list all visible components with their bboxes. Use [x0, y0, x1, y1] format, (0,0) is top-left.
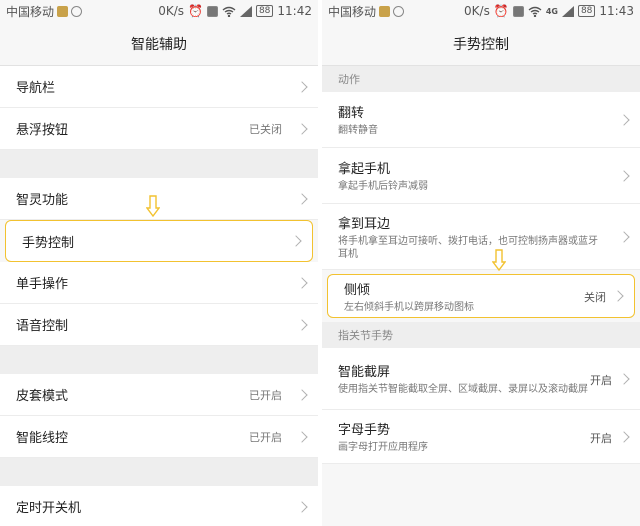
section-header-knuckle: 指关节手势: [322, 322, 640, 348]
menu-item-status: 已开启: [249, 388, 282, 402]
right-screen: 中国移动 0K/s ⏰ 4G 88 11:43 手势控制 动作 翻转 翻转静音: [322, 0, 640, 526]
menu-item-label: 手势控制: [22, 235, 75, 251]
chevron-right-icon: [618, 230, 630, 243]
chevron-right-icon: [296, 192, 308, 205]
status-bar: 中国移动 0K/s ⏰ 4G 88 11:43: [322, 0, 640, 22]
menu-item-label: 语音控制: [16, 319, 69, 334]
clock: 11:42: [277, 4, 312, 18]
chevron-right-icon: [612, 290, 624, 302]
status-bar: 中国移动 0K/s ⏰ 88 11:42: [0, 0, 318, 22]
setting-title: 智能截屏: [338, 365, 391, 380]
setting-to-ear[interactable]: 拿到耳边 将手机拿至耳边可接听、拨打电话，也可控制扬声器或蓝牙耳机: [322, 204, 640, 270]
setting-status: 关闭: [584, 291, 606, 304]
setting-status: 开启: [590, 373, 612, 387]
chevron-right-icon: [296, 500, 308, 513]
menu-item-status: 已关闭: [249, 122, 282, 136]
menu-item-wire-control[interactable]: 智能线控 已开启: [0, 416, 318, 458]
signal-icon: [239, 5, 252, 17]
alarm-icon: ⏰: [188, 4, 203, 18]
setting-smart-screenshot[interactable]: 智能截屏 使用指关节智能截取全屏、区域截屏、录屏以及滚动截屏 开启: [322, 348, 640, 410]
section-header-actions: 动作: [322, 66, 640, 92]
setting-tilt[interactable]: 侧倾 左右倾斜手机以跨屏移动图标 关闭: [327, 274, 635, 318]
chevron-right-icon: [618, 430, 630, 443]
chevron-right-icon: [618, 113, 630, 126]
group-divider: [0, 458, 318, 486]
setting-title: 字母手势: [338, 423, 391, 438]
setting-pick-up[interactable]: 拿起手机 拿起手机后铃声减弱: [322, 148, 640, 204]
network-speed: 0K/s: [464, 4, 490, 18]
menu-item-status: 已开启: [249, 430, 282, 444]
menu-item-scheduled-power[interactable]: 定时开关机: [0, 486, 318, 526]
wifi-icon: [222, 6, 236, 17]
clock: 11:43: [599, 4, 634, 18]
setting-title: 侧倾: [344, 282, 371, 298]
page-title: 智能辅助: [0, 22, 318, 66]
signal-icon: [561, 5, 574, 17]
setting-title: 翻转: [338, 106, 365, 121]
menu-item-label: 定时开关机: [16, 501, 82, 516]
notification-icon: [379, 5, 391, 17]
chevron-right-icon: [618, 169, 630, 182]
chevron-right-icon: [296, 80, 308, 93]
network-type: 4G: [545, 6, 558, 16]
menu-item-voice-control[interactable]: 语音控制: [0, 304, 318, 346]
chevron-right-icon: [296, 388, 308, 401]
setting-subtitle: 翻转静音: [338, 125, 378, 136]
menu-item-label: 皮套模式: [16, 389, 69, 404]
menu-item-label: 悬浮按钮: [16, 123, 69, 138]
menu-item-one-hand[interactable]: 单手操作: [0, 262, 318, 304]
setting-status: 开启: [590, 431, 612, 445]
chevron-right-icon: [296, 122, 308, 135]
menu-item-nav-bar[interactable]: 导航栏: [0, 66, 318, 108]
setting-title: 拿起手机: [338, 162, 391, 177]
network-speed: 0K/s: [158, 4, 184, 18]
setting-subtitle: 拿起手机后铃声减弱: [338, 181, 428, 192]
wifi-icon: [528, 6, 542, 17]
setting-subtitle: 画字母打开应用程序: [338, 442, 428, 453]
sync-icon: [393, 5, 405, 17]
arrow-down-icon: [146, 195, 160, 217]
hd-icon: [206, 5, 218, 17]
chevron-right-icon: [618, 372, 630, 385]
arrow-down-icon: [492, 249, 506, 271]
chevron-right-icon: [296, 430, 308, 443]
setting-subtitle: 使用指关节智能截取全屏、区域截屏、录屏以及滚动截屏: [338, 384, 588, 395]
menu-item-label: 单手操作: [16, 277, 69, 292]
chevron-right-icon: [296, 318, 308, 331]
setting-subtitle: 左右倾斜手机以跨屏移动图标: [344, 301, 474, 313]
menu-item-cover-mode[interactable]: 皮套模式 已开启: [0, 374, 318, 416]
carrier-label: 中国移动: [6, 4, 55, 19]
menu-item-floating-button[interactable]: 悬浮按钮 已关闭: [0, 108, 318, 150]
chevron-right-icon: [290, 235, 302, 247]
menu-item-label: 智灵功能: [16, 193, 69, 208]
battery-icon: 88: [577, 5, 596, 17]
chevron-right-icon: [296, 276, 308, 289]
alarm-icon: ⏰: [493, 4, 509, 18]
menu-item-gesture-control[interactable]: 手势控制: [5, 220, 313, 262]
setting-subtitle: 将手机拿至耳边可接听、拨打电话，也可控制扬声器或蓝牙耳机: [338, 235, 598, 260]
setting-flip[interactable]: 翻转 翻转静音: [322, 92, 640, 148]
battery-icon: 88: [255, 5, 274, 17]
setting-letter-gesture[interactable]: 字母手势 画字母打开应用程序 开启: [322, 410, 640, 464]
menu-item-label: 导航栏: [16, 81, 56, 96]
carrier-label: 中国移动: [328, 4, 377, 19]
group-divider: [0, 346, 318, 374]
menu-item-label: 智能线控: [16, 431, 69, 446]
setting-title: 拿到耳边: [338, 216, 391, 232]
notification-icon: [57, 5, 69, 17]
screenshot-composite: 中国移动 0K/s ⏰ 88 11:42 智能辅助 导航栏 悬浮按钮 已关闭 智…: [0, 0, 640, 526]
page-title: 手势控制: [322, 22, 640, 66]
hd-icon: [512, 5, 524, 17]
left-screen: 中国移动 0K/s ⏰ 88 11:42 智能辅助 导航栏 悬浮按钮 已关闭 智…: [0, 0, 318, 526]
group-divider: [0, 150, 318, 178]
sync-icon: [71, 5, 83, 17]
